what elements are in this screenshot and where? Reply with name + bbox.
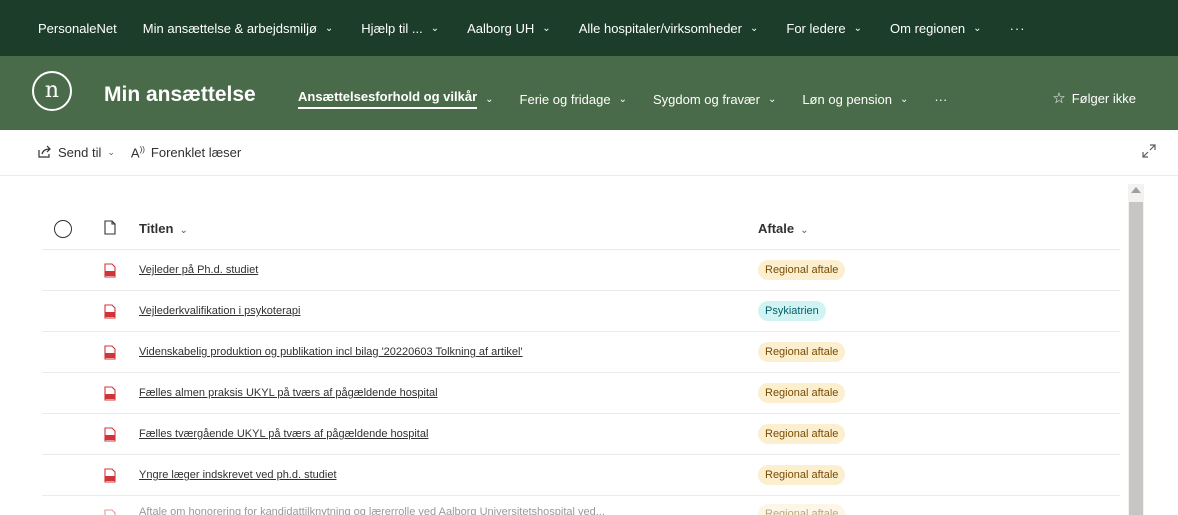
chevron-down-icon: ⌄ [853, 22, 863, 34]
site-nav-loen[interactable]: Løn og pension ⌄ [802, 92, 908, 107]
pdf-icon [104, 345, 116, 360]
list-header-row: Titlen ⌄ Aftale ⌄ [42, 208, 1120, 250]
chevron-down-icon: ⌄ [542, 22, 551, 34]
site-nav-label: Ansættelsesforhold og vilkår [298, 89, 478, 109]
agreement-badge: Psykiatrien [758, 301, 826, 321]
immersive-reader-label: Forenklet læser [150, 144, 242, 160]
chevron-down-icon: ⌄ [430, 22, 440, 34]
document-title-link[interactable]: Fælles tværgående UKYL på tværs af pågæl… [139, 428, 428, 440]
site-header: n Min ansættelse Ansættelsesforhold og v… [0, 56, 1178, 130]
select-all-checkbox[interactable] [54, 219, 72, 238]
site-nav-label: Sygdom og fravær [653, 91, 760, 107]
file-type-icon [104, 220, 116, 235]
pdf-icon [104, 427, 116, 442]
suite-brand-link[interactable]: PersonaleNet [38, 21, 117, 36]
suite-nav-label: Aalborg UH [467, 20, 535, 36]
scrollbar-thumb[interactable] [1129, 202, 1143, 515]
suite-bar: PersonaleNet Min ansættelse & arbejdsmil… [0, 0, 1178, 56]
share-icon [38, 145, 52, 161]
chevron-down-icon: ⌄ [800, 225, 809, 236]
star-icon: ☆ [1052, 90, 1066, 107]
scroll-up-arrow-icon[interactable] [1131, 187, 1141, 193]
site-nav-ferie[interactable]: Ferie og fridage ⌄ [520, 92, 627, 107]
send-to-label: Send til [58, 145, 102, 160]
column-header-agreement[interactable]: Aftale ⌄ [758, 221, 809, 236]
agreement-badge: Regional aftale [758, 424, 846, 444]
document-title-link[interactable]: Aftale om honorering for kandidattilknyt… [139, 506, 605, 515]
pdf-icon [104, 263, 116, 278]
document-title-link[interactable]: Vejleder på Ph.d. studiet [139, 264, 258, 276]
suite-nav-label: Hjælp til ... [361, 20, 423, 36]
follow-button[interactable]: ☆ Følger ikke [1052, 89, 1136, 107]
agreement-badge: Regional aftale [758, 465, 846, 485]
suite-nav-label: Min ansættelse & arbejdsmiljø [142, 20, 317, 36]
site-nav-ansaettelsesforhold[interactable]: Ansættelsesforhold og vilkår ⌄ [298, 89, 494, 109]
chevron-down-icon: ⌄ [973, 22, 982, 34]
document-title-link[interactable]: Yngre læger indskrevet ved ph.d. studiet [139, 469, 337, 481]
list-item[interactable]: Yngre læger indskrevet ved ph.d. studiet… [42, 455, 1120, 496]
site-nav-sygdom[interactable]: Sygdom og fravær ⌄ [653, 92, 776, 107]
pdf-icon [104, 509, 116, 515]
chevron-down-icon: ⌄ [485, 93, 494, 105]
site-nav-label: Ferie og fridage [519, 91, 611, 107]
suite-nav-more-button[interactable]: ··· [1010, 21, 1026, 36]
column-header-title-label: Titlen [139, 221, 174, 236]
document-list: Titlen ⌄ Aftale ⌄ Vejleder på Ph.d. studie… [42, 208, 1120, 515]
suite-nav-label: Alle hospitaler/virksomheder [578, 20, 742, 36]
suite-nav-min-ansaettelse[interactable]: Min ansættelse & arbejdsmiljø ⌄ [143, 21, 334, 36]
chevron-down-icon: ⌄ [899, 93, 909, 105]
suite-nav-om-regionen[interactable]: Om regionen ⌄ [890, 21, 982, 36]
site-nav-more-button[interactable]: ··· [934, 92, 947, 107]
pdf-icon [104, 468, 116, 483]
chevron-down-icon: ⌄ [179, 225, 188, 236]
agreement-badge: Regional aftale [758, 504, 846, 515]
suite-nav-aalborg-uh[interactable]: Aalborg UH ⌄ [467, 21, 551, 36]
column-header-title[interactable]: Titlen ⌄ [139, 221, 188, 236]
chevron-down-icon: ⌄ [767, 93, 777, 105]
pdf-icon [104, 304, 116, 319]
send-to-button[interactable]: Send til ⌄ [38, 145, 115, 161]
document-title-link[interactable]: Fælles almen praksis UKYL på tværs af på… [139, 387, 438, 399]
site-logo[interactable]: n [32, 71, 72, 111]
list-item[interactable]: Videnskabelig produktion og publikation … [42, 332, 1120, 373]
list-item[interactable]: Vejleder på Ph.d. studiet Regional aftal… [42, 250, 1120, 291]
immersive-reader-icon: A)) [130, 144, 145, 161]
list-item-partial[interactable]: Aftale om honorering for kandidattilknyt… [42, 496, 1120, 515]
site-title[interactable]: Min ansættelse [104, 83, 256, 107]
agreement-badge: Regional aftale [758, 383, 846, 403]
suite-nav-alle-hospitaler[interactable]: Alle hospitaler/virksomheder ⌄ [579, 21, 759, 36]
suite-nav-hjaelp[interactable]: Hjælp til ... ⌄ [361, 21, 439, 36]
document-title-link[interactable]: Videnskabelig produktion og publikation … [139, 346, 523, 358]
site-navigation: Ansættelsesforhold og vilkår ⌄ Ferie og f… [298, 89, 973, 109]
agreement-badge: Regional aftale [758, 260, 846, 280]
agreement-badge: Regional aftale [758, 342, 846, 362]
immersive-reader-button[interactable]: A)) Forenklet læser [131, 145, 241, 160]
expand-icon[interactable] [1142, 144, 1156, 163]
suite-nav-label: For ledere [786, 20, 846, 36]
follow-label: Følger ikke [1071, 90, 1136, 106]
vertical-scrollbar[interactable] [1128, 184, 1144, 515]
list-item[interactable]: Fælles tværgående UKYL på tværs af pågæl… [42, 414, 1120, 455]
command-bar: Send til ⌄ A)) Forenklet læser [0, 130, 1178, 176]
chevron-down-icon: ⌄ [749, 22, 759, 34]
chevron-down-icon: ⌄ [107, 147, 115, 157]
list-item[interactable]: Vejlederkvalifikation i psykoterapi Psyk… [42, 291, 1120, 332]
list-item[interactable]: Fælles almen praksis UKYL på tværs af på… [42, 373, 1120, 414]
suite-nav-label: Om regionen [890, 20, 966, 36]
suite-nav-for-ledere[interactable]: For ledere ⌄ [786, 21, 862, 36]
site-nav-label: Løn og pension [802, 91, 892, 107]
pdf-icon [104, 386, 116, 401]
chevron-down-icon: ⌄ [618, 93, 627, 105]
column-header-agreement-label: Aftale [758, 221, 795, 236]
chevron-down-icon: ⌄ [324, 22, 334, 34]
document-title-link[interactable]: Vejlederkvalifikation i psykoterapi [139, 305, 300, 317]
